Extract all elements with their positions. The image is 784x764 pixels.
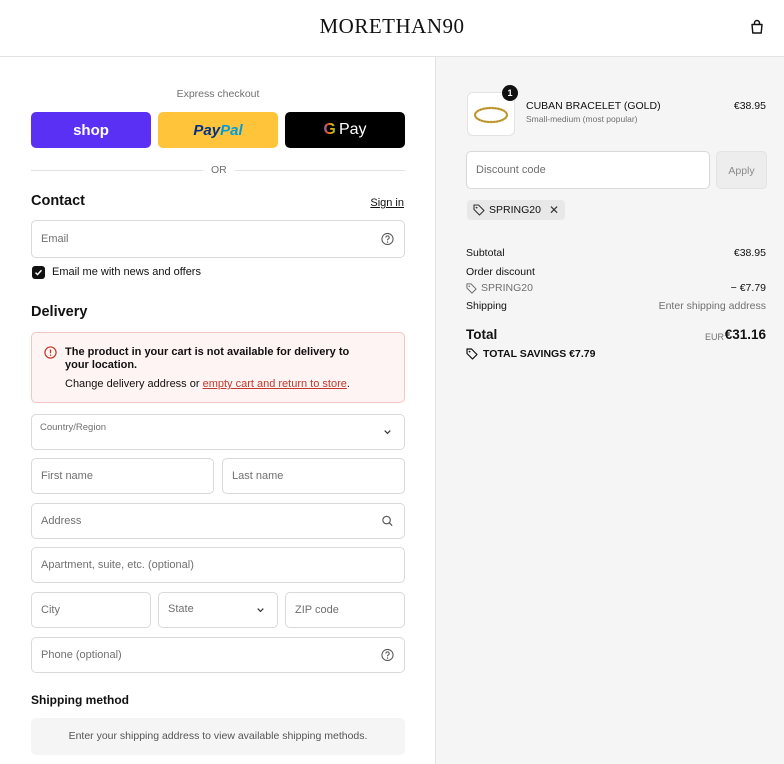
total-currency: EUR — [704, 332, 724, 342]
discount-placeholder: Discount code — [476, 164, 546, 176]
checkout-form: Express checkout shop Pay Pal G Pay OR Co… — [0, 57, 436, 764]
discount-value: − €7.79 — [730, 282, 766, 294]
country-label: Country/Region — [40, 422, 107, 433]
total-savings-label: TOTAL SAVINGS €7.79 — [483, 348, 596, 360]
news-offers-label: Email me with news and offers — [52, 266, 201, 278]
paypal-button[interactable]: Pay Pal — [158, 112, 278, 148]
express-checkout-label: Express checkout — [176, 88, 260, 100]
applied-code: SPRING20 — [489, 204, 541, 216]
google-pay-label: Pay — [338, 121, 367, 138]
address-field[interactable]: Address — [31, 503, 405, 539]
order-discount-label: Order discount — [466, 266, 535, 278]
email-field[interactable]: Email — [31, 220, 405, 258]
subtotal-value: €38.95 — [733, 247, 766, 259]
brand-logo[interactable]: MORETHAN90 — [0, 14, 784, 39]
phone-placeholder: Phone (optional) — [41, 649, 122, 661]
email-placeholder: Email — [41, 233, 69, 245]
zip-placeholder: ZIP code — [295, 604, 339, 616]
tag-icon — [466, 282, 477, 294]
shipping-label: Shipping — [466, 300, 507, 312]
apply-discount-button[interactable]: Apply — [716, 151, 767, 189]
applied-code-chip: SPRING20 ✕ — [467, 200, 565, 220]
shop-pay-label: shop — [73, 121, 109, 139]
discount-code-field[interactable]: Discount code — [466, 151, 710, 189]
order-summary: 1 CUBAN BRACELET (GOLD) Small-medium (mo… — [436, 57, 784, 764]
header: MORETHAN90 — [0, 0, 784, 57]
alert-body-prefix: Change delivery address or — [65, 378, 203, 390]
shipping-method-placeholder: Enter your shipping address to view avai… — [31, 718, 405, 755]
tag-icon — [473, 204, 485, 216]
first-name-field[interactable]: First name — [31, 458, 214, 494]
phone-field[interactable]: Phone (optional) — [31, 637, 405, 673]
apartment-field[interactable]: Apartment, suite, etc. (optional) — [31, 547, 405, 583]
zip-field[interactable]: ZIP code — [285, 592, 405, 628]
paypal-label-part2: Pal — [220, 121, 243, 139]
shop-pay-button[interactable]: shop — [31, 112, 151, 148]
first-name-placeholder: First name — [41, 470, 93, 482]
sign-in-link[interactable]: Sign in — [370, 197, 404, 209]
product-price: €38.95 — [733, 100, 766, 112]
last-name-placeholder: Last name — [232, 470, 284, 482]
city-placeholder: City — [41, 604, 60, 616]
total-value: €31.16 — [724, 327, 766, 342]
last-name-field[interactable]: Last name — [222, 458, 405, 494]
country-select[interactable]: Country/Region — [31, 414, 405, 450]
shipping-value: Enter shipping address — [658, 300, 766, 312]
remove-code-icon[interactable]: ✕ — [549, 203, 559, 217]
chevron-down-icon — [257, 608, 264, 613]
alert-body-suffix: . — [346, 378, 350, 390]
city-field[interactable]: City — [31, 592, 151, 628]
alert-title: The product in your cart is not availabl… — [65, 346, 350, 371]
empty-cart-link[interactable]: empty cart and return to store — [203, 378, 347, 390]
product-name: CUBAN BRACELET (GOLD) — [526, 100, 661, 112]
state-placeholder: State — [168, 603, 194, 615]
total-label: Total — [466, 327, 498, 342]
or-text: OR — [203, 164, 235, 176]
total-savings: TOTAL SAVINGS €7.79 — [466, 348, 595, 360]
paypal-label-part1: Pay — [193, 121, 221, 139]
delivery-title: Delivery — [31, 304, 88, 320]
google-g-icon: G — [323, 121, 336, 138]
help-icon[interactable] — [381, 648, 394, 662]
address-placeholder: Address — [41, 515, 82, 527]
alert-body: Change delivery address or empty cart an… — [65, 378, 350, 390]
help-icon[interactable] — [381, 232, 394, 246]
contact-title: Contact — [31, 193, 85, 209]
tag-icon — [466, 348, 478, 360]
delivery-error-banner: The product in your cart is not availabl… — [31, 332, 405, 403]
state-select[interactable]: State — [158, 592, 278, 628]
subtotal-label: Subtotal — [466, 247, 505, 259]
shipping-method-title: Shipping method — [31, 693, 129, 707]
apartment-placeholder: Apartment, suite, etc. (optional) — [41, 559, 194, 571]
quantity-badge: 1 — [502, 85, 518, 101]
checkmark-icon — [34, 269, 43, 276]
news-offers-checkbox[interactable] — [32, 266, 45, 279]
discount-code-name: SPRING20 — [481, 282, 533, 294]
discount-code-row: SPRING20 — [466, 282, 533, 294]
google-pay-button[interactable]: G Pay — [285, 112, 405, 148]
search-icon[interactable] — [381, 515, 394, 528]
chevron-down-icon — [384, 430, 391, 435]
shopping-bag-icon[interactable] — [749, 19, 765, 35]
product-variant: Small-medium (most popular) — [526, 114, 638, 124]
error-icon — [44, 346, 57, 359]
